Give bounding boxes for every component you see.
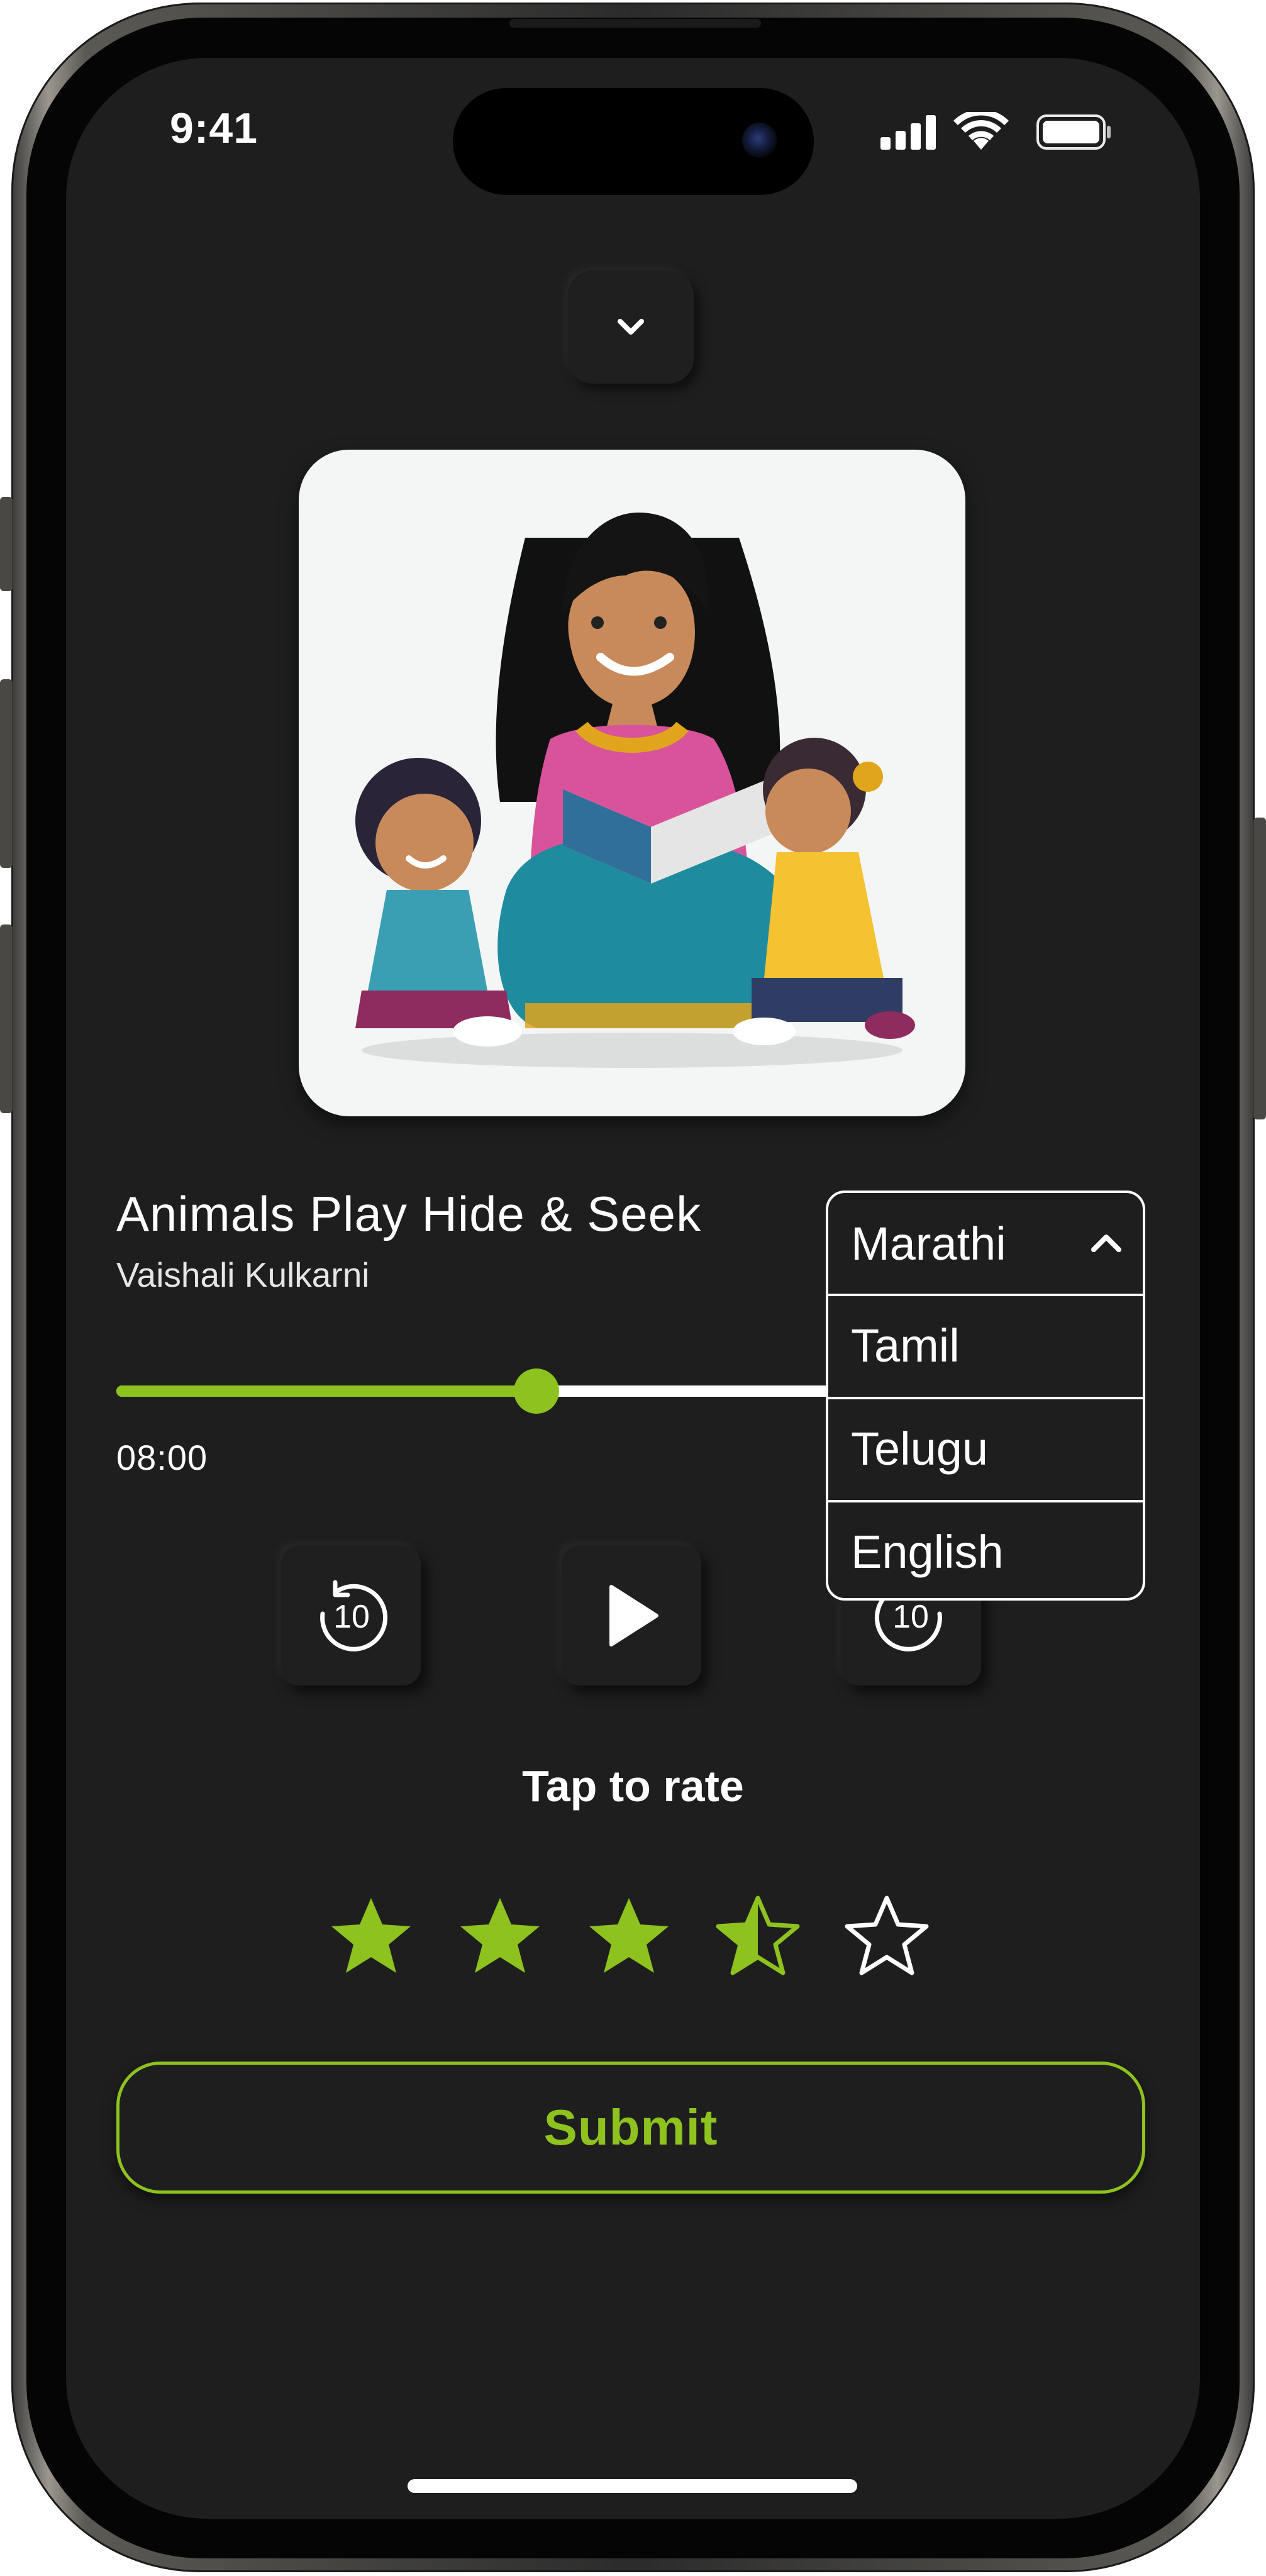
- rewind-seconds-label: 10: [333, 1599, 370, 1635]
- camera-icon: [742, 123, 777, 158]
- play-icon: [609, 1585, 658, 1646]
- elapsed-time: 08:00: [116, 1438, 208, 1477]
- star-fill: [589, 1898, 669, 1973]
- language-option-telugu[interactable]: Telugu: [828, 1397, 1143, 1497]
- status-icons: [880, 112, 1111, 150]
- collapse-button[interactable]: [568, 270, 694, 384]
- volume-down-button: [0, 924, 13, 1113]
- home-indicator[interactable]: [408, 2479, 857, 2493]
- language-option-english[interactable]: English: [828, 1500, 1143, 1598]
- star-outline: [845, 1896, 929, 1975]
- language-dropdown[interactable]: Marathi Tamil Telugu English: [826, 1191, 1145, 1601]
- top-speaker: [509, 19, 761, 28]
- rate-label: Tap to rate: [522, 1762, 744, 1811]
- progress-fill: [116, 1385, 536, 1397]
- submit-button[interactable]: Submit: [116, 2062, 1145, 2194]
- star-3[interactable]: [585, 1893, 673, 1981]
- star-fill: [331, 1898, 411, 1973]
- power-button: [1253, 818, 1266, 1119]
- chevron-up-icon: [1091, 1235, 1121, 1252]
- language-option-tamil[interactable]: Tamil: [828, 1294, 1143, 1394]
- play-button[interactable]: [562, 1546, 701, 1685]
- volume-up-button: [0, 679, 13, 868]
- cellular-signal-icon: [880, 115, 936, 150]
- star-fill: [460, 1898, 540, 1973]
- progress-thumb[interactable]: [514, 1368, 559, 1414]
- rewind-10-icon: 10: [320, 1580, 388, 1652]
- star-5[interactable]: [843, 1893, 931, 1981]
- star-rating: [327, 1893, 956, 1981]
- star-1[interactable]: [327, 1893, 415, 1981]
- track-title: Animals Play Hide & Seek: [116, 1186, 702, 1241]
- dropdown-selected-language[interactable]: Marathi: [828, 1193, 1143, 1294]
- chevron-down-icon: [618, 319, 644, 335]
- storytelling-illustration: [355, 513, 915, 1068]
- wifi-icon: [953, 112, 1009, 150]
- star-4[interactable]: [714, 1893, 802, 1981]
- forward-seconds-label: 10: [892, 1599, 929, 1635]
- selected-language-label: Marathi: [851, 1217, 1006, 1270]
- rewind-10-button[interactable]: 10: [281, 1546, 421, 1685]
- track-author: Vaishali Kulkarni: [116, 1255, 370, 1294]
- battery-icon: [1036, 114, 1111, 150]
- status-time: 9:41: [169, 104, 258, 152]
- cover-art: [299, 450, 965, 1116]
- star-2[interactable]: [456, 1893, 544, 1981]
- silent-switch: [0, 497, 13, 591]
